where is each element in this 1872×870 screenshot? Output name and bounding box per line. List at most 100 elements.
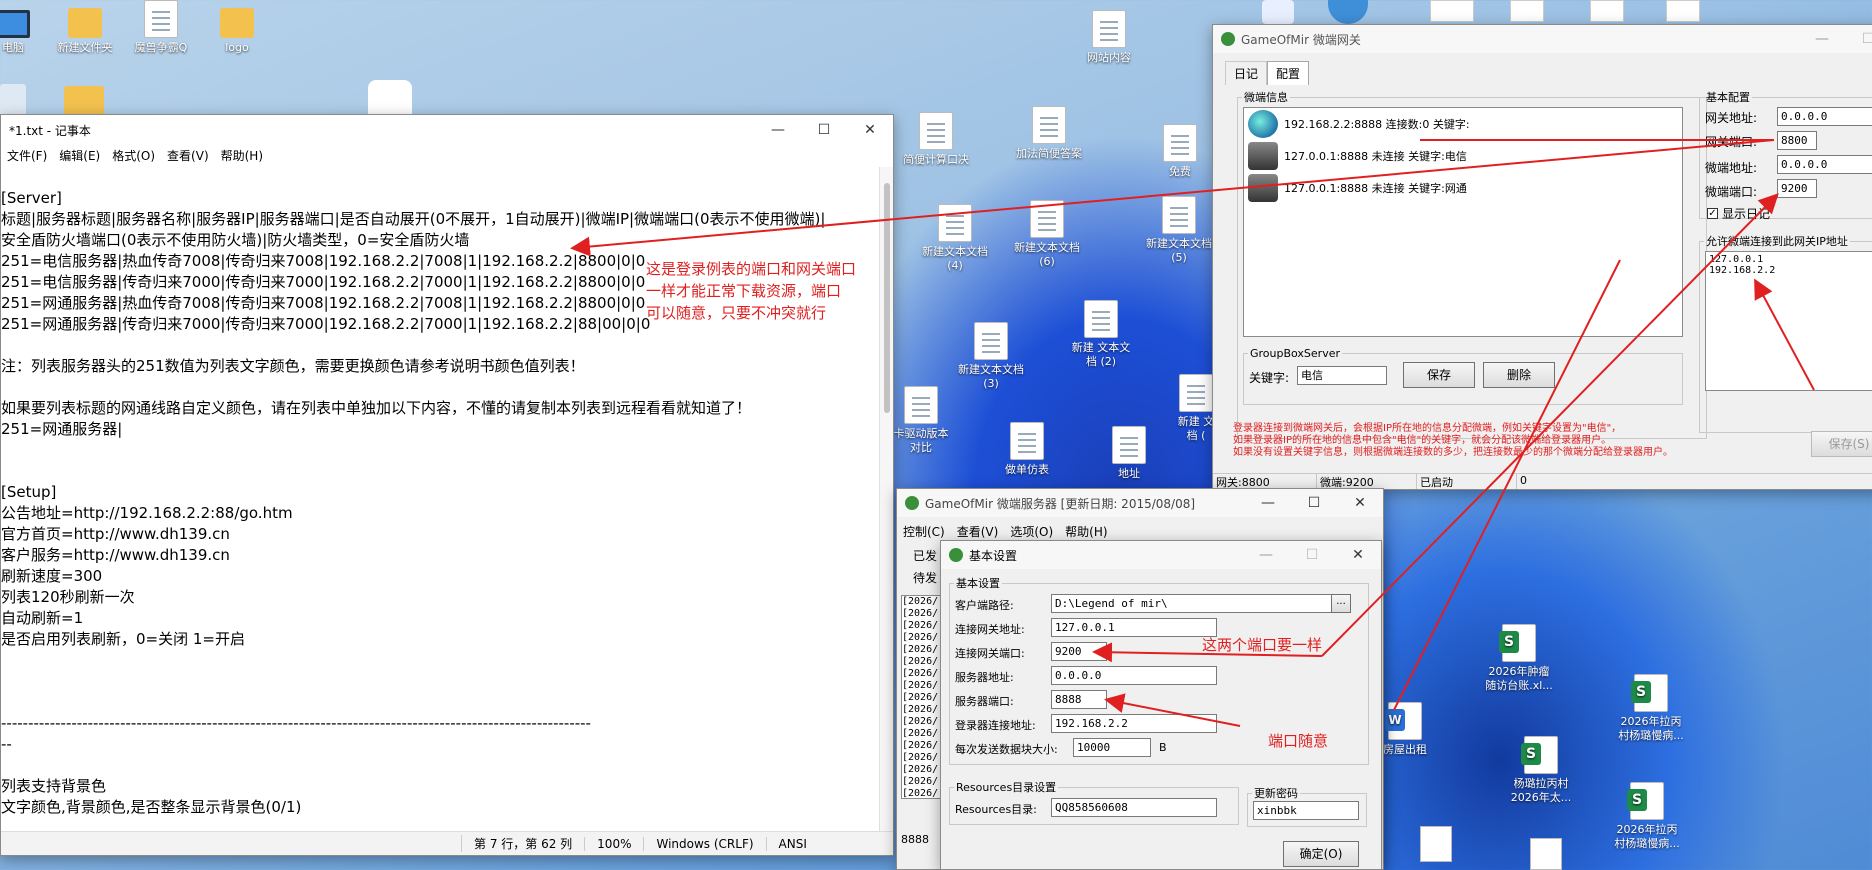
minimize-icon[interactable]: — [755, 115, 801, 145]
scroll-thumb[interactable] [884, 183, 890, 413]
delete-button[interactable]: 删除 [1483, 362, 1555, 388]
keyword-input[interactable]: 电信 [1297, 366, 1387, 385]
settings-titlebar[interactable]: 基本设置 — ☐ ✕ [941, 541, 1381, 569]
desktop-icon-txt4[interactable]: 新建文本文档 (4) [912, 204, 998, 273]
ok-button[interactable]: 确定(O) [1283, 841, 1359, 867]
file-icon[interactable] [1430, 0, 1474, 22]
block-size-stepper[interactable]: 10000 [1073, 738, 1151, 757]
text-line [1, 377, 879, 398]
text-line [1, 440, 879, 461]
gw-addr-input[interactable]: 0.0.0.0 [1777, 107, 1872, 126]
desktop-icon-xls1[interactable]: 2026年肿瘤 随访台账.xl... [1476, 624, 1562, 693]
mc-addr-input[interactable]: 0.0.0.0 [1777, 155, 1872, 174]
minimize-icon[interactable]: — [1245, 488, 1291, 518]
desktop-icon-warcraft[interactable]: 魔兽争霸Q [118, 0, 204, 55]
save-button[interactable]: 保存 [1403, 362, 1475, 388]
srv-port-input[interactable]: 8888 [1051, 690, 1107, 709]
menu-view[interactable]: 查看(V) [951, 523, 1005, 540]
desktop-icon-calc[interactable]: 简便计算口决 [893, 112, 979, 167]
tab-config[interactable]: 配置 [1267, 61, 1310, 85]
password-input[interactable]: xinbbk [1253, 801, 1359, 820]
list-item[interactable]: 127.0.0.1:8888 未连接 关键字:网通 [1244, 172, 1682, 204]
globe-icon [1248, 110, 1278, 138]
desktop-icon-xls4[interactable]: 2026年拉丙 村杨璐慢病... [1604, 782, 1690, 851]
settings-title: 基本设置 [969, 548, 1018, 563]
menu-control[interactable]: 控制(C) [897, 523, 951, 540]
menu-help[interactable]: 帮助(H) [1059, 523, 1113, 540]
recycle-bin-icon[interactable] [0, 84, 26, 118]
close-icon[interactable]: ✕ [1337, 488, 1383, 518]
desktop-icon-add[interactable]: 加法简便答案 [1006, 106, 1092, 161]
save-s-button[interactable]: 保存(S) [1811, 431, 1872, 457]
desktop-icon-txt6[interactable]: 新建文本文档 (6) [1004, 200, 1090, 269]
desktop-icon-folder[interactable]: 新建文件夹 [42, 0, 128, 55]
list-item[interactable]: 127.0.0.1:8888 未连接 关键字:电信 [1244, 140, 1682, 172]
desktop-icon-xls3[interactable]: 杨璐拉丙村 2026年太... [1498, 736, 1584, 805]
server-icon [1248, 174, 1278, 202]
settings-dialog[interactable]: 基本设置 — ☐ ✕ 基本设置 客户端路径: D:\Legend of mir\… [940, 540, 1382, 870]
desktop-icon-txt3[interactable]: 新建文本文档 (3) [948, 322, 1034, 391]
desktop-icon-doc[interactable]: 新建 文 档 ( [1176, 374, 1216, 443]
spreadsheet-icon[interactable] [1666, 0, 1700, 22]
desktop-icon-addr[interactable]: 地址 [1086, 426, 1172, 481]
desktop-icon-xls2[interactable]: 2026年拉丙 村杨璐慢病... [1608, 674, 1694, 743]
gw-addr-input[interactable]: 127.0.0.1 [1051, 618, 1217, 637]
taskbar-app-icon[interactable] [1262, 0, 1294, 24]
notepad-window[interactable]: *1.txt - 记事本 — ☐ ✕ 文件(F) 编辑(E) 格式(O) 查看(… [0, 114, 894, 856]
folder-icon[interactable] [64, 86, 104, 116]
spreadsheet-icon [1631, 674, 1668, 712]
tab-log[interactable]: 日记 [1225, 61, 1268, 85]
gateway-titlebar[interactable]: GameOfMir 微端网关 — ☐ [1213, 25, 1872, 53]
maximize-icon[interactable]: ☐ [1845, 24, 1872, 54]
minimize-icon[interactable]: — [1243, 540, 1289, 570]
gateway-window[interactable]: GameOfMir 微端网关 — ☐ 日记 配置 微端信息 192.168.2.… [1212, 24, 1872, 490]
allow-ip-list[interactable]: 127.0.0.1 192.168.2.2 [1705, 251, 1872, 391]
login-addr-input[interactable]: 192.168.2.2 [1051, 714, 1217, 733]
file-icon [144, 0, 178, 38]
desktop-icon-web[interactable]: 网站内容 [1066, 10, 1152, 65]
browse-button[interactable]: ... [1331, 594, 1351, 613]
maximize-icon[interactable]: ☐ [1289, 540, 1335, 570]
resources-input[interactable]: QQ858560608 [1051, 798, 1217, 817]
mc-port-input[interactable]: 9200 [1777, 179, 1817, 198]
minimize-icon[interactable]: — [1799, 24, 1845, 54]
client-path-input[interactable]: D:\Legend of mir\ [1051, 594, 1343, 613]
text-line: [Setup] [1, 483, 57, 501]
menu-help[interactable]: 帮助(H) [215, 147, 269, 164]
list-item[interactable]: 192.168.2.2:8888 连接数:0 关键字: [1244, 108, 1682, 140]
gw-port-input[interactable]: 8800 [1777, 131, 1817, 150]
checkbox-checked-icon[interactable]: ✓ [1707, 208, 1718, 219]
desktop-icon-txt5[interactable]: 新建文本文档 (5) [1136, 196, 1222, 265]
spreadsheet-icon[interactable] [1420, 826, 1452, 862]
close-icon[interactable]: ✕ [1335, 540, 1381, 570]
spreadsheet-icon[interactable] [1530, 838, 1562, 870]
server-log[interactable]: [2026/[2026/[2026/[2026/[2026/[2026/[202… [901, 595, 941, 799]
maximize-icon[interactable]: ☐ [801, 115, 847, 145]
show-log-checkbox[interactable]: ✓ 显示日记 [1707, 205, 1770, 222]
text-line: 客户服务=http://www.dh139.cn [1, 546, 230, 564]
server-titlebar[interactable]: GameOfMir 微端服务器 [更新日期: 2015/08/08] — ☐ ✕ [897, 489, 1383, 517]
menu-view[interactable]: 查看(V) [161, 147, 215, 164]
desktop-icon-logo[interactable]: logo [194, 0, 280, 55]
menu-options[interactable]: 选项(O) [1004, 523, 1059, 540]
login-addr-label: 登录器连接地址: [955, 719, 1036, 732]
taskbar-app-icon[interactable] [1328, 0, 1368, 24]
menu-edit[interactable]: 编辑(E) [53, 147, 106, 164]
srv-addr-input[interactable]: 0.0.0.0 [1051, 666, 1217, 685]
list-item-text: 127.0.0.1:8888 未连接 关键字:网通 [1284, 182, 1467, 195]
menu-file[interactable]: 文件(F) [1, 147, 53, 164]
desktop-icon-txt2[interactable]: 新建 文本文 档 (2) [1058, 300, 1144, 369]
desktop-icon-form[interactable]: 做单仿表 [984, 422, 1070, 477]
desktop-icon-free[interactable]: 免费 [1160, 124, 1200, 179]
close-icon[interactable]: ✕ [847, 115, 893, 145]
description-3: 如果没有设置关键字信息，则根据微端连接数的多少，把连接数最少的那个微端分配给登录… [1233, 447, 1673, 458]
maximize-icon[interactable]: ☐ [1291, 488, 1337, 518]
log-line: [2026/ [902, 704, 939, 715]
client-list[interactable]: 192.168.2.2:8888 连接数:0 关键字: 127.0.0.1:88… [1243, 107, 1683, 337]
spreadsheet-icon[interactable] [1510, 0, 1544, 22]
notepad-scrollbar[interactable] [879, 167, 893, 831]
menu-format[interactable]: 格式(O) [106, 147, 161, 164]
gw-port-input[interactable]: 9200 [1051, 642, 1107, 661]
notepad-titlebar[interactable]: *1.txt - 记事本 — ☐ ✕ [1, 115, 893, 145]
spreadsheet-icon[interactable] [1590, 0, 1624, 22]
